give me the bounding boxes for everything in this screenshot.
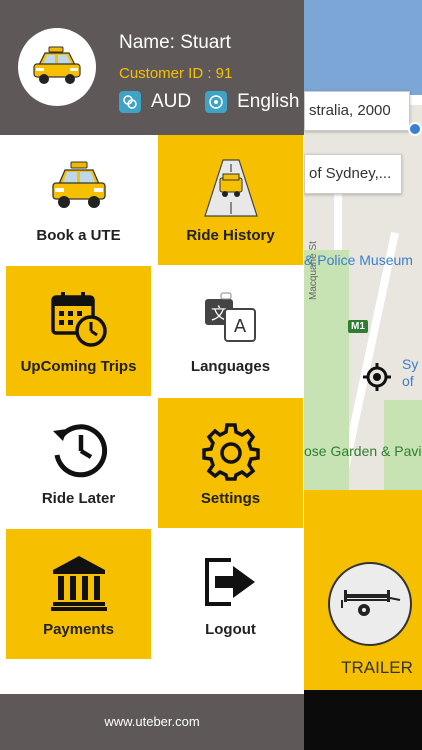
map-label-poi: Sy of bbox=[402, 356, 419, 389]
menu-label: UpComing Trips bbox=[20, 358, 137, 375]
menu-item-ride-history[interactable]: Ride History bbox=[158, 135, 303, 265]
taxi-avatar-icon bbox=[33, 46, 81, 84]
trailer-icon bbox=[341, 590, 401, 616]
menu-item-settings[interactable]: Settings bbox=[158, 398, 303, 528]
currency-value[interactable]: AUD bbox=[151, 91, 191, 113]
language-icon bbox=[205, 91, 228, 113]
menu-label: Ride Later bbox=[41, 490, 116, 507]
menu-label: Languages bbox=[190, 358, 271, 375]
history-clock-icon bbox=[52, 424, 107, 478]
pickup-marker-icon bbox=[408, 122, 422, 136]
menu-item-payments[interactable]: Payments bbox=[6, 529, 151, 659]
dropoff-address-text: of Sydney,... bbox=[309, 165, 392, 182]
svg-text:A: A bbox=[233, 316, 246, 337]
customer-id: Customer ID : 91 bbox=[119, 65, 233, 82]
profile-name: Name: Stuart bbox=[119, 32, 231, 53]
pickup-address-field[interactable]: stralia, 2000 bbox=[304, 91, 410, 131]
road-taxi-icon bbox=[203, 159, 258, 217]
menu-label: Payments bbox=[43, 621, 114, 638]
menu-label: Ride History bbox=[186, 227, 275, 244]
map-label-garden: ose Garden & Pavi bbox=[304, 443, 422, 459]
pickup-address-text: stralia, 2000 bbox=[309, 102, 391, 119]
map-label-museum: & Police Museum bbox=[304, 252, 413, 268]
menu-item-languages[interactable]: 文 A Languages bbox=[158, 266, 303, 396]
bank-icon bbox=[50, 556, 107, 611]
side-drawer: Name: Stuart Customer ID : 91 AUD Englis… bbox=[0, 0, 304, 750]
menu-item-book-ute[interactable]: Book a UTE bbox=[6, 135, 151, 265]
trailer-option[interactable] bbox=[328, 562, 412, 646]
menu-label: Settings bbox=[200, 490, 261, 507]
map-view[interactable]: stralia, 2000 of Sydney,... & Police Mus… bbox=[304, 0, 422, 490]
translate-icon: 文 A bbox=[204, 292, 256, 342]
map-water bbox=[304, 0, 422, 95]
menu-item-logout[interactable]: Logout bbox=[158, 529, 303, 659]
menu-item-upcoming-trips[interactable]: UpComing Trips bbox=[6, 266, 151, 396]
avatar[interactable] bbox=[18, 28, 96, 106]
menu-item-ride-later[interactable]: Ride Later bbox=[6, 398, 151, 528]
calendar-clock-icon bbox=[50, 292, 107, 347]
menu-label: Book a UTE bbox=[36, 227, 121, 244]
logout-icon bbox=[204, 558, 255, 606]
map-street-label: Macquarie St bbox=[308, 241, 319, 300]
taxi-icon bbox=[51, 161, 106, 208]
menu-label: Logout bbox=[205, 621, 256, 638]
website-footer[interactable]: www.uteber.com bbox=[0, 694, 304, 750]
currency-icon bbox=[119, 91, 141, 113]
trailer-label: TRAILER bbox=[341, 658, 413, 677]
road-badge: M1 bbox=[348, 320, 368, 333]
locate-me-icon[interactable] bbox=[362, 362, 392, 392]
profile-header: Name: Stuart Customer ID : 91 AUD Englis… bbox=[0, 0, 304, 135]
dropoff-address-field[interactable]: of Sydney,... bbox=[304, 154, 402, 194]
language-value[interactable]: English bbox=[237, 91, 299, 113]
bottom-bar bbox=[304, 690, 422, 750]
vehicle-panel: TRAILER bbox=[304, 490, 422, 690]
profile-preferences: AUD English bbox=[119, 91, 313, 113]
gear-icon bbox=[201, 423, 260, 481]
